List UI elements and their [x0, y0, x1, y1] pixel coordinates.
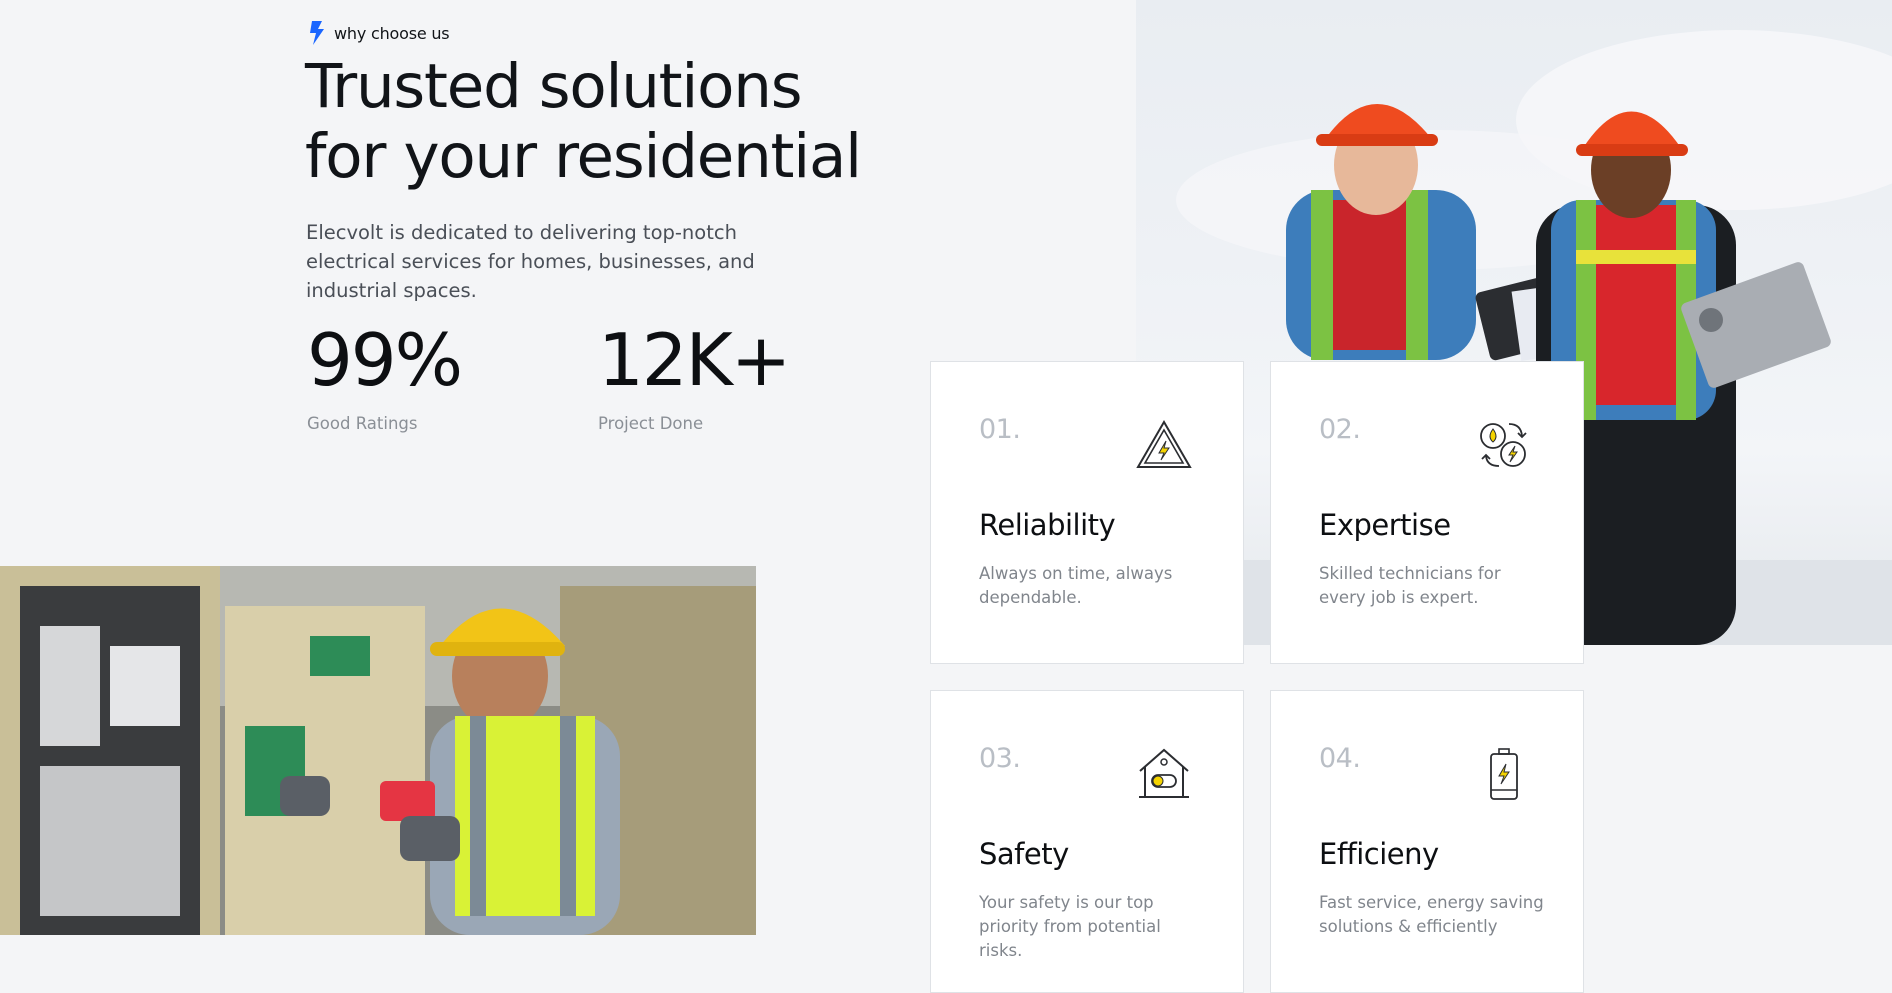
feature-desc: Your safety is our top priority from pot… [979, 893, 1161, 960]
warning-bolt-icon [1136, 420, 1192, 468]
feature-desc: Fast service, energy saving solutions & … [1319, 893, 1544, 936]
feature-card-expertise: 02. Expertise Skilled technicians for ev… [1270, 361, 1584, 664]
home-switch-icon [1139, 748, 1189, 798]
stat-value: 99% [307, 318, 463, 402]
section-eyebrow: why choose us [308, 20, 450, 46]
lightning-bolt-icon [310, 21, 324, 45]
section-headline: Trusted solutions for your residential [305, 52, 905, 192]
headline-line-2: for your residential [305, 121, 862, 192]
feature-title: Reliability [979, 508, 1116, 542]
stat-label: Project Done [598, 414, 704, 433]
feature-index: 02. [1319, 414, 1361, 445]
feature-index: 03. [979, 743, 1021, 774]
feature-card-efficiency: 04. Efficieny Fast service, energy savin… [1270, 690, 1584, 993]
stat-label: Good Ratings [307, 414, 418, 433]
stat-good-ratings: 99% Good Ratings [307, 318, 463, 433]
feature-card-safety: 03. Safety Your safety is our top priori… [930, 690, 1244, 993]
feature-title: Efficieny [1319, 837, 1439, 871]
feature-title: Safety [979, 837, 1069, 871]
electrician-photo [0, 566, 756, 935]
battery-bolt-icon [1490, 748, 1518, 800]
feature-card-reliability: 01. Reliability Always on time, always d… [930, 361, 1244, 664]
headline-line-1: Trusted solutions [305, 51, 803, 122]
eyebrow-label: why choose us [334, 23, 450, 43]
stat-value: 12K+ [598, 318, 791, 402]
feature-index: 01. [979, 414, 1021, 445]
section-intro: Elecvolt is dedicated to delivering top-… [306, 221, 755, 302]
feature-index: 04. [1319, 743, 1361, 774]
feature-title: Expertise [1319, 508, 1451, 542]
feature-desc: Always on time, always dependable. [979, 564, 1173, 607]
feature-desc: Skilled technicians for every job is exp… [1319, 564, 1501, 607]
energy-exchange-icon [1480, 423, 1527, 467]
stat-project-done: 12K+ Project Done [598, 318, 791, 433]
